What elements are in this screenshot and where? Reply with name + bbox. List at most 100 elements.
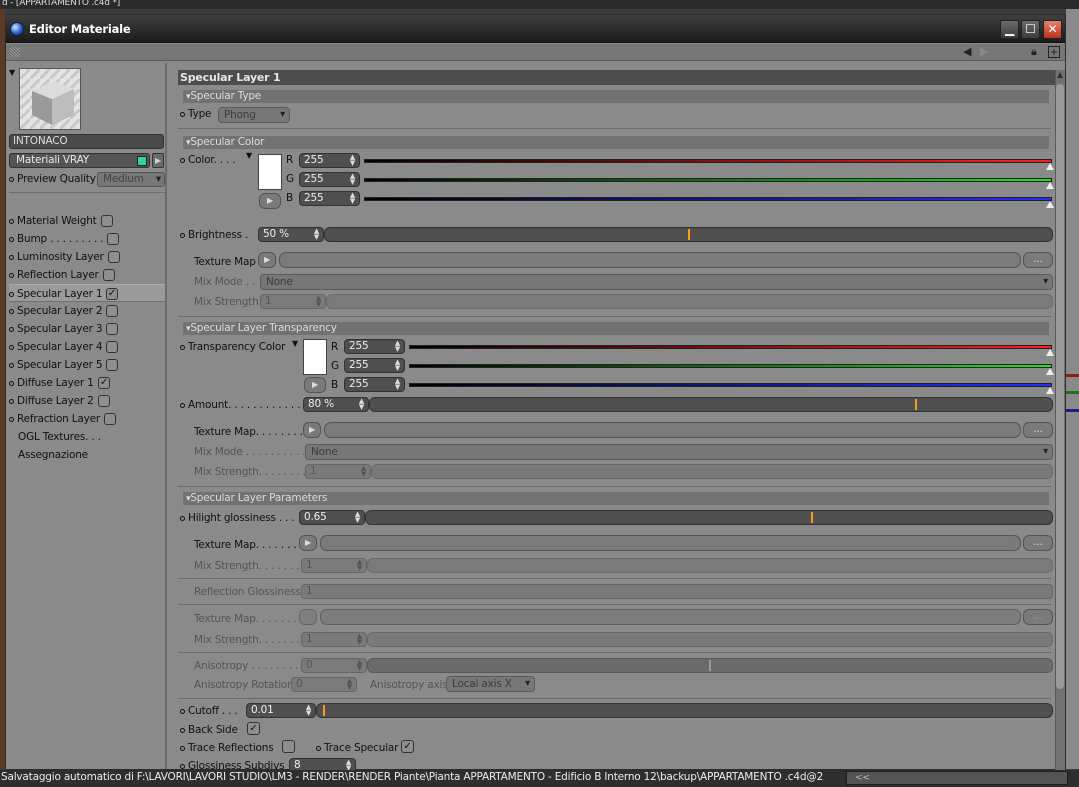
g-slider-handle[interactable] xyxy=(1046,368,1054,375)
texture-map-field[interactable] xyxy=(320,535,1021,551)
renderer-selector[interactable]: Materiali VRAY xyxy=(9,153,150,168)
channel-item[interactable]: Diffuse Layer 2 xyxy=(9,392,165,410)
texture-map-arrow-button[interactable]: ▶ xyxy=(258,252,276,268)
back-arrow-icon[interactable]: ◀ xyxy=(963,45,971,59)
color-r-slider[interactable] xyxy=(364,159,1052,163)
transparency-g-input[interactable]: 255 ▲ ▼ xyxy=(344,358,405,373)
type-dropdown[interactable]: Phong ▾ xyxy=(218,107,290,123)
transparency-g-slider[interactable] xyxy=(409,364,1052,368)
transparency-r-input[interactable]: 255 ▲ ▼ xyxy=(344,339,405,354)
channel-item[interactable]: Diffuse Layer 1 ✓ xyxy=(9,374,165,392)
section-specular-transparency[interactable]: Specular Layer Transparency xyxy=(183,322,1049,335)
transparency-b-input[interactable]: 255 ▲ ▼ xyxy=(344,377,405,392)
color-b-input[interactable]: 255 ▲ ▼ xyxy=(299,191,360,206)
forward-arrow-icon[interactable]: ▶ xyxy=(980,45,988,59)
g-slider-handle[interactable] xyxy=(1046,182,1054,189)
texture-map-field[interactable] xyxy=(320,609,1021,625)
mix-strength-slider[interactable] xyxy=(326,294,1053,309)
texture-map-browse-button[interactable]: ... xyxy=(1023,609,1053,625)
channel-item[interactable]: Specular Layer 1 ✓ xyxy=(9,284,165,302)
r-slider-handle[interactable] xyxy=(1046,163,1054,170)
back-side-checkbox[interactable]: ✓ xyxy=(247,722,260,735)
hilight-glossiness-slider[interactable] xyxy=(365,510,1053,525)
close-button[interactable]: ✕ xyxy=(1043,20,1062,39)
anisotropy-slider[interactable] xyxy=(367,658,1053,673)
mix-mode-dropdown[interactable]: None ▾ xyxy=(260,274,1053,290)
channel-checkbox[interactable] xyxy=(106,305,118,317)
color-g-input[interactable]: 255 ▲ ▼ xyxy=(299,172,360,187)
channel-checkbox[interactable] xyxy=(108,251,120,263)
channel-item[interactable]: Material Weight xyxy=(9,212,165,230)
material-preview[interactable] xyxy=(19,68,81,130)
trace-reflections-checkbox[interactable] xyxy=(282,740,295,753)
transparency-b-slider[interactable] xyxy=(409,383,1052,387)
channel-item[interactable]: Specular Layer 2 xyxy=(9,302,165,320)
preview-quality-dropdown[interactable]: Medium xyxy=(97,172,165,187)
transparency-swatch[interactable] xyxy=(303,339,327,375)
color-r-input[interactable]: 255 ▲ ▼ xyxy=(299,153,360,168)
channel-checkbox[interactable] xyxy=(98,395,110,407)
texture-map-field[interactable] xyxy=(324,422,1021,438)
channel-item[interactable]: Bump . . . . . . . . . xyxy=(9,230,165,248)
channel-item[interactable]: Specular Layer 3 xyxy=(9,320,165,338)
mix-strength-input[interactable]: 1 ▲ ▼ xyxy=(305,464,371,479)
material-name-field[interactable]: INTONACO xyxy=(9,134,164,149)
hilight-glossiness-input[interactable]: 0.65 ▲ ▼ xyxy=(299,510,365,525)
b-slider-handle[interactable] xyxy=(1046,201,1054,208)
collapse-arrow-icon[interactable]: ▼ xyxy=(9,68,15,77)
channel-item[interactable]: Refraction Layer xyxy=(9,410,165,428)
status-scroll-button[interactable]: << xyxy=(846,771,1068,785)
channel-checkbox[interactable] xyxy=(103,269,115,281)
color-swatch[interactable] xyxy=(258,154,282,190)
mix-strength-slider[interactable] xyxy=(367,558,1053,573)
sidebar-item[interactable]: OGL Textures. . . xyxy=(9,428,165,446)
lock-icon[interactable]: 🔒︎ xyxy=(1031,45,1037,59)
b-slider-handle[interactable] xyxy=(1046,387,1054,394)
channel-item[interactable]: Reflection Layer xyxy=(9,266,165,284)
r-slider-handle[interactable] xyxy=(1046,349,1054,356)
maximize-button[interactable]: ☐ xyxy=(1021,20,1040,39)
color-expand-button[interactable]: ▶ xyxy=(259,193,281,209)
mix-strength-input[interactable]: 1 ▲ ▼ xyxy=(301,632,367,647)
renderer-arrow-button[interactable]: ▶ xyxy=(152,153,164,168)
texture-map-browse-button[interactable]: ... xyxy=(1023,422,1053,438)
channel-checkbox[interactable] xyxy=(106,359,118,371)
texture-map-browse-button[interactable]: ... xyxy=(1023,535,1053,551)
minimize-button[interactable]: ▁ xyxy=(1000,20,1019,39)
scrollbar-thumb[interactable] xyxy=(1056,84,1064,689)
channel-checkbox[interactable] xyxy=(101,215,113,227)
channel-checkbox[interactable] xyxy=(104,413,116,425)
channel-item[interactable]: Specular Layer 4 xyxy=(9,338,165,356)
amount-slider[interactable] xyxy=(369,397,1053,412)
texture-map-arrow-button[interactable] xyxy=(299,609,317,625)
texture-map-field[interactable] xyxy=(279,252,1021,268)
texture-map-arrow-button[interactable]: ▶ xyxy=(299,535,317,551)
scroll-up-arrow-icon[interactable]: ▲ xyxy=(1055,70,1065,82)
section-specular-type[interactable]: Specular Type xyxy=(183,90,1049,103)
anisotropy-input[interactable]: 0 ▲ ▼ xyxy=(301,658,367,673)
cutoff-slider[interactable] xyxy=(316,703,1053,718)
cutoff-input[interactable]: 0.01 ▲ ▼ xyxy=(246,703,316,718)
mix-mode-dropdown[interactable]: None ▾ xyxy=(305,444,1053,460)
sidebar-item[interactable]: Assegnazione xyxy=(9,446,165,464)
channel-checkbox[interactable] xyxy=(107,233,119,245)
transparency-menu-arrow-icon[interactable]: ▼ xyxy=(292,339,298,348)
section-specular-color[interactable]: Specular Color xyxy=(183,136,1049,149)
mix-strength-slider[interactable] xyxy=(367,632,1053,647)
channel-item[interactable]: Specular Layer 5 xyxy=(9,356,165,374)
title-bar[interactable]: Editor Materiale ▁ ☐ ✕ xyxy=(6,15,1065,43)
new-window-icon[interactable]: + xyxy=(1048,46,1060,58)
section-specular-layer-parameters[interactable]: Specular Layer Parameters xyxy=(183,492,1049,505)
brightness-input[interactable]: 50 % ▲ ▼ xyxy=(258,227,324,242)
amount-input[interactable]: 80 % ▲ ▼ xyxy=(303,397,369,412)
glossiness-subdivs-input[interactable]: 8 ▲ ▼ xyxy=(289,758,356,770)
brightness-slider[interactable] xyxy=(324,227,1053,242)
mix-strength-input[interactable]: 1 ▲ ▼ xyxy=(301,558,367,573)
anisotropy-axis-dropdown[interactable]: Local axis X ▾ xyxy=(446,676,535,692)
texture-map-browse-button[interactable]: ... xyxy=(1023,252,1053,268)
color-g-slider[interactable] xyxy=(364,178,1052,182)
channel-checkbox[interactable] xyxy=(106,341,118,353)
grip-icon[interactable] xyxy=(10,47,20,57)
channel-checkbox[interactable]: ✓ xyxy=(106,288,118,300)
color-b-slider[interactable] xyxy=(364,197,1052,201)
